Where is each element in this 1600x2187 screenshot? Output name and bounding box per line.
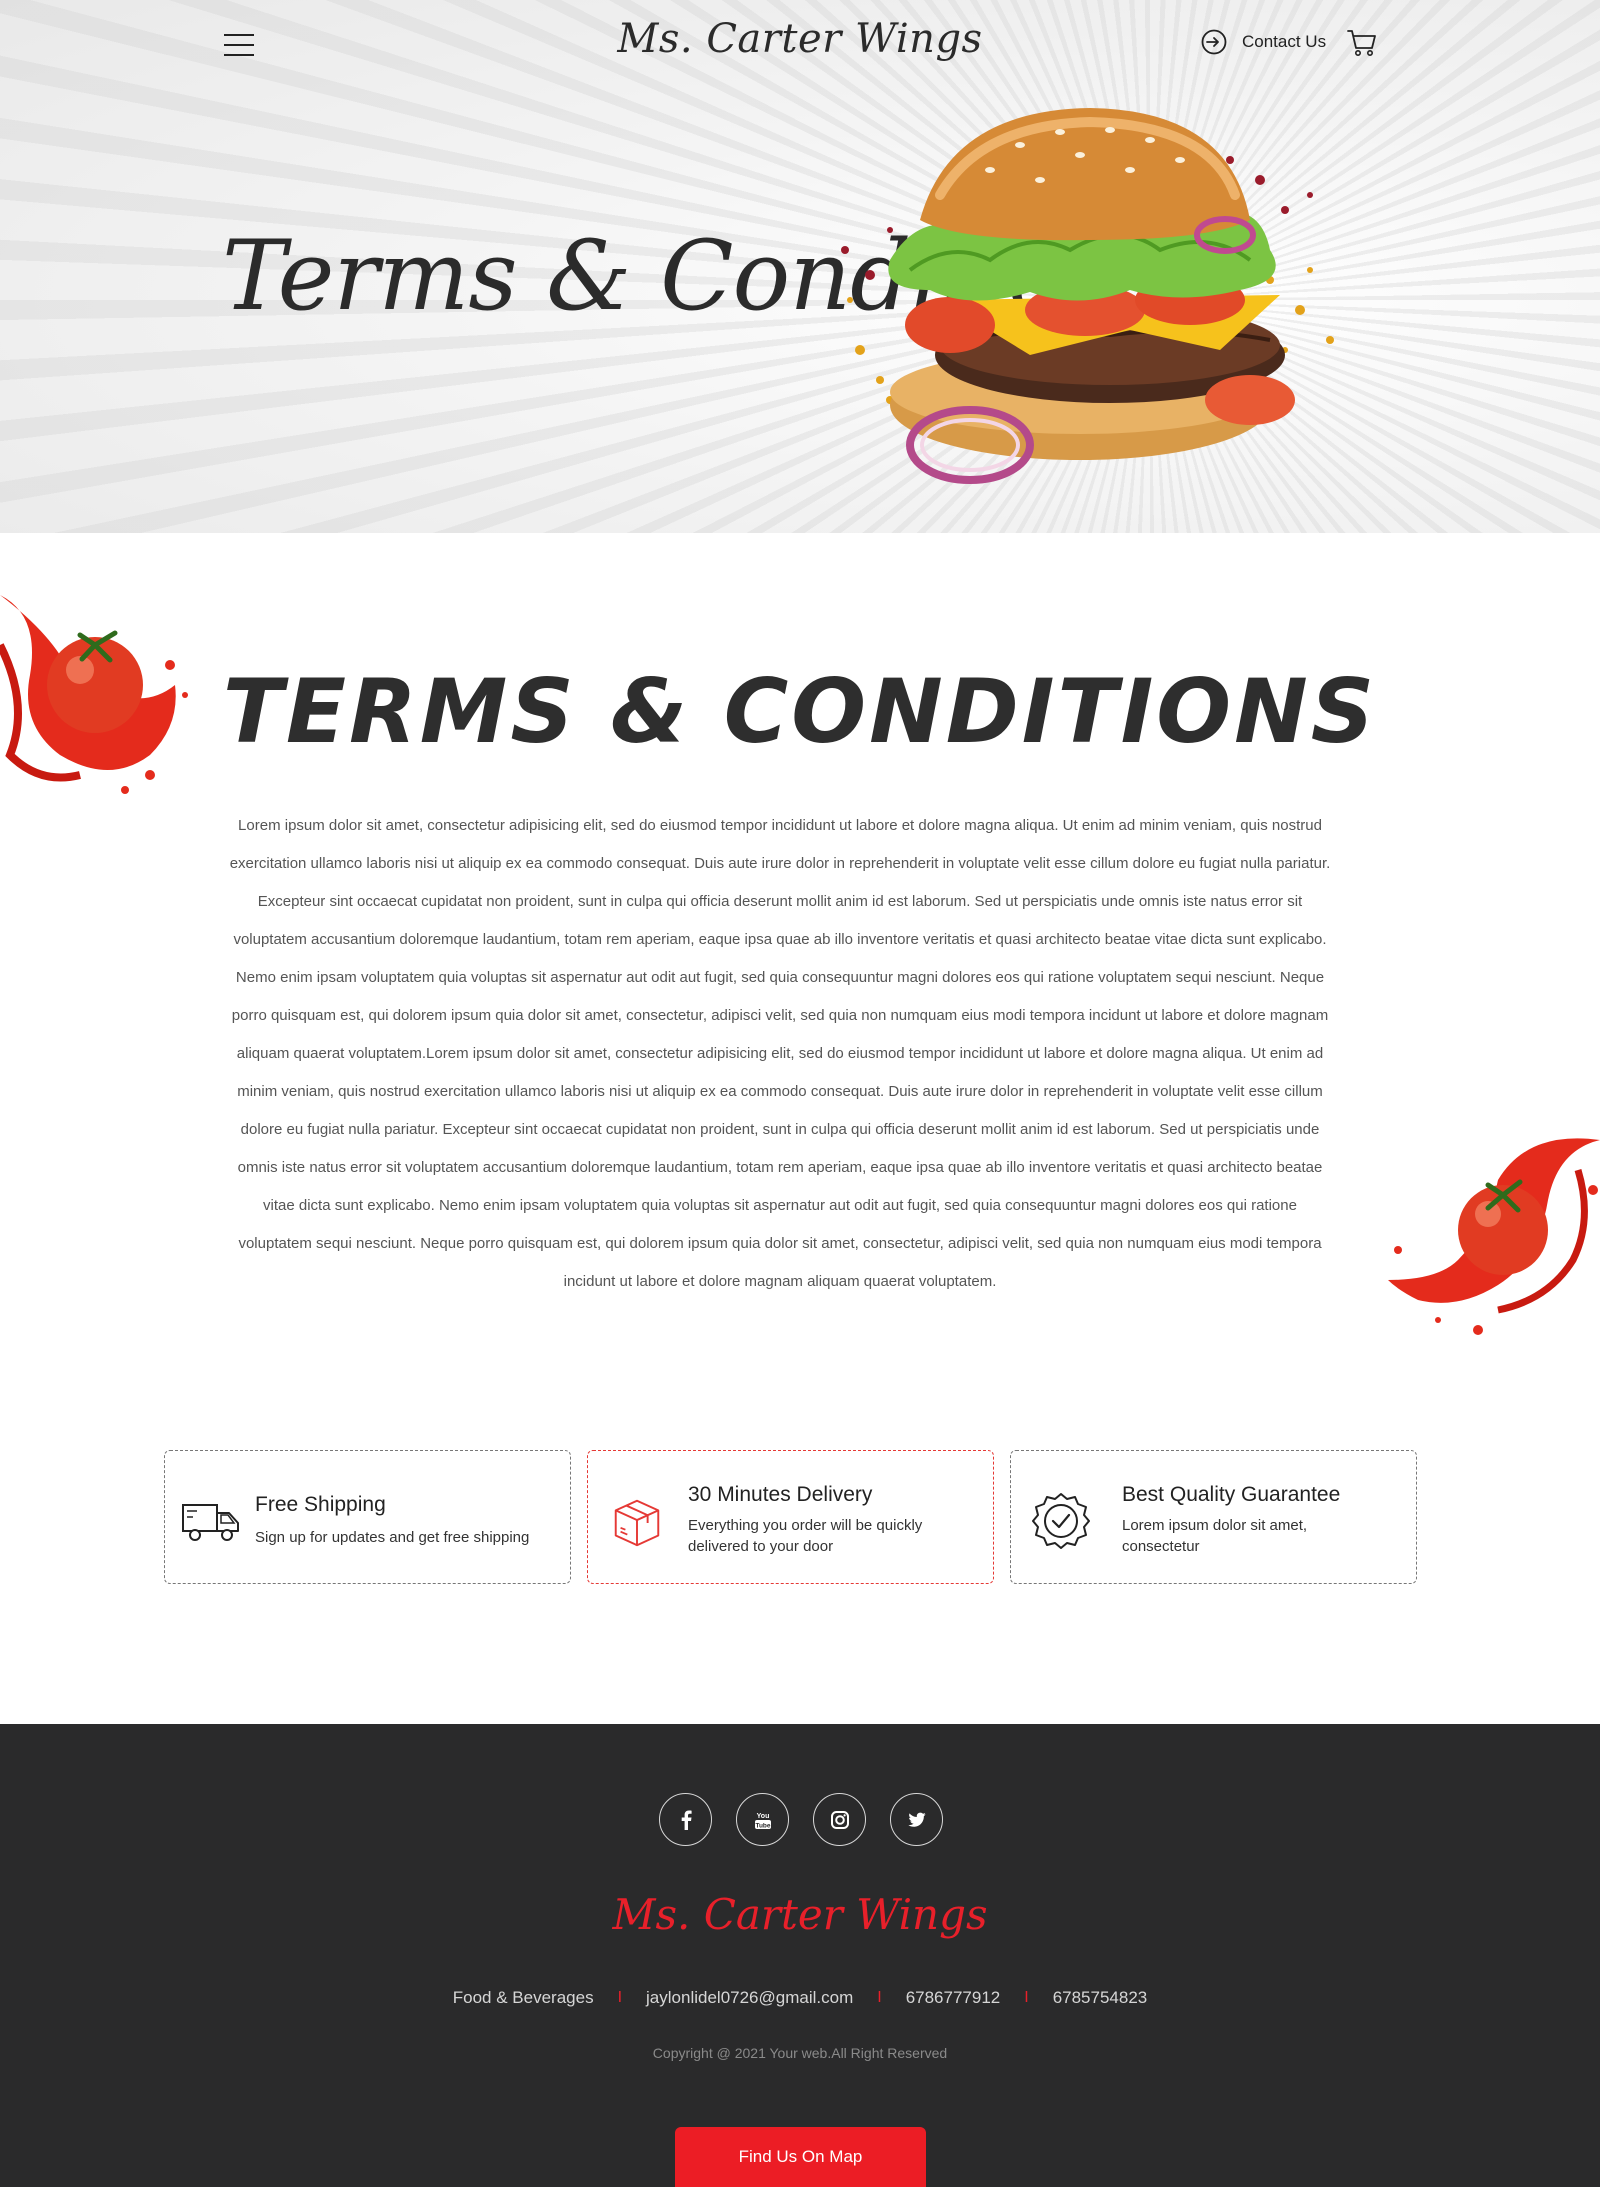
feature-card-best-quality: Best Quality Guarantee Lorem ipsum dolor… <box>1010 1450 1417 1584</box>
svg-text:Tube: Tube <box>755 1822 770 1829</box>
hamburger-menu-icon[interactable] <box>224 33 256 57</box>
burger-image <box>841 108 1334 484</box>
feature-description: Sign up for updates and get free shippin… <box>255 1529 530 1546</box>
find-us-on-map-button[interactable]: Find Us On Map <box>675 2127 926 2187</box>
package-box-icon <box>614 1499 660 1547</box>
twitter-icon[interactable] <box>890 1793 943 1846</box>
footer-logo[interactable]: Ms. Carter Wings <box>600 1890 1000 1939</box>
contact-us-label: Contact Us <box>1242 32 1327 51</box>
footer-phone-2[interactable]: 6785754823 <box>1053 1988 1148 2008</box>
svg-text:You: You <box>756 1813 769 1820</box>
feature-card-free-shipping: Free Shipping Sign up for updates and ge… <box>164 1450 571 1584</box>
feature-title: Best Quality Guarantee <box>1122 1483 1341 1506</box>
shopping-cart-icon[interactable] <box>1346 28 1378 58</box>
footer-separator: I <box>877 1989 882 2006</box>
feature-card-30-minutes-delivery: 30 Minutes Delivery Everything you order… <box>587 1450 994 1584</box>
footer-contact-info: Food & Beverages I jaylonlidel0726@gmail… <box>0 1988 1600 2008</box>
footer-separator: I <box>617 1989 623 2006</box>
tomato-splash-image <box>1388 1138 1600 1335</box>
facebook-icon[interactable] <box>659 1793 712 1846</box>
contact-us-link[interactable]: Contact Us <box>1200 28 1326 56</box>
footer-category: Food & Beverages <box>452 1988 594 2007</box>
footer-separator: I <box>1024 1989 1029 2006</box>
instagram-icon[interactable] <box>813 1793 866 1846</box>
section-heading: TERMS & CONDITIONS <box>222 660 1378 763</box>
feature-title: 30 Minutes Delivery <box>688 1483 873 1506</box>
delivery-truck-icon <box>182 1504 239 1541</box>
feature-description: Lorem ipsum dolor sit amet, consectetur <box>1122 1517 1308 1555</box>
login-arrow-icon <box>1201 29 1227 55</box>
hero-banner: Ms. Carter Wings Contact Us Terms & Cond… <box>0 0 1600 533</box>
feature-description: Everything you order will be quickly del… <box>688 1517 923 1555</box>
footer-phone-1[interactable]: 6786777912 <box>906 1988 1001 2008</box>
footer-email[interactable]: jaylonlidel0726@gmail.com <box>646 1988 853 2008</box>
site-logo[interactable]: Ms. Carter Wings <box>600 16 1000 62</box>
quality-badge-icon <box>1032 1493 1090 1549</box>
site-footer <box>0 1724 1600 2187</box>
copyright-text: Copyright @ 2021 Your web.All Right Rese… <box>652 2045 948 2061</box>
feature-title: Free Shipping <box>255 1493 386 1516</box>
youtube-icon[interactable]: You Tube <box>736 1793 789 1846</box>
terms-body-text: Lorem ipsum dolor sit amet, consectetur … <box>229 817 1331 1290</box>
